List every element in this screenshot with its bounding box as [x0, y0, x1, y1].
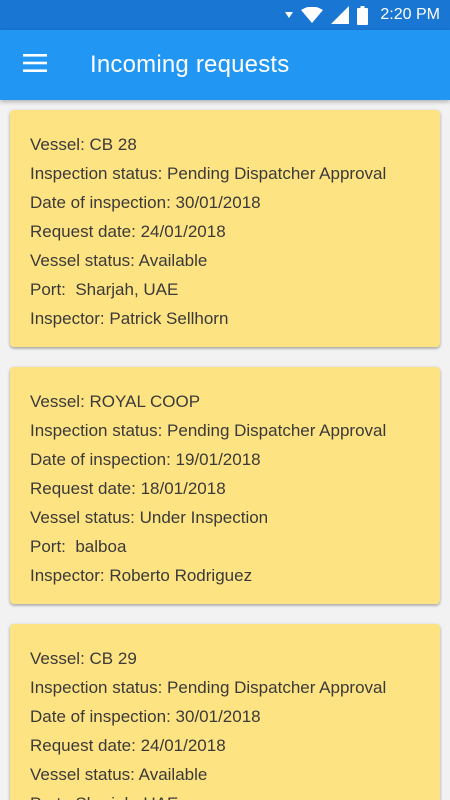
inspection-status: Inspection status: Pending Dispatcher Ap… [30, 678, 387, 697]
request-card[interactable]: Vessel: ROYAL COOP Inspection status: Pe… [10, 367, 440, 604]
status-time: 2:20 PM [380, 6, 440, 23]
port: Port: Sharjah, UAE [30, 789, 420, 800]
vessel-name: Vessel: ROYAL COOP [30, 392, 201, 411]
request-list[interactable]: Vessel: CB 28 Inspection status: Pending… [0, 100, 450, 800]
vessel-name: Vessel: CB 29 [30, 649, 137, 668]
inspector: Inspector: Patrick Sellhorn [30, 309, 229, 328]
date-of-inspection: Date of inspection: 30/01/2018 [30, 193, 261, 212]
signal-arrow-icon [285, 11, 294, 19]
menu-button[interactable] [0, 30, 70, 100]
hamburger-menu-icon [23, 53, 47, 77]
status-bar: 2:20 PM [0, 0, 450, 30]
vessel-status: Vessel status: Available [30, 765, 208, 784]
inspection-status: Inspection status: Pending Dispatcher Ap… [30, 164, 387, 183]
request-card[interactable]: Vessel: CB 28 Inspection status: Pending… [10, 110, 440, 347]
date-of-inspection: Date of inspection: 19/01/2018 [30, 450, 261, 469]
cellular-icon [331, 6, 350, 24]
battery-icon [357, 5, 369, 25]
inspector: Inspector: Roberto Rodriguez [30, 566, 253, 585]
app-bar: Incoming requests [0, 30, 450, 100]
port: Port: Sharjah, UAE [30, 280, 179, 299]
vessel-status: Vessel status: Available [30, 251, 208, 270]
page-title: Incoming requests [90, 51, 290, 78]
vessel-name: Vessel: CB 28 [30, 135, 137, 154]
request-date: Request date: 18/01/2018 [30, 479, 226, 498]
vessel-status: Vessel status: Under Inspection [30, 508, 269, 527]
port: Port: balboa [30, 537, 127, 556]
request-date: Request date: 24/01/2018 [30, 736, 226, 755]
inspection-status: Inspection status: Pending Dispatcher Ap… [30, 421, 387, 440]
request-date: Request date: 24/01/2018 [30, 222, 226, 241]
date-of-inspection: Date of inspection: 30/01/2018 [30, 707, 261, 726]
request-card[interactable]: Vessel: CB 29 Inspection status: Pending… [10, 624, 440, 800]
wifi-icon [301, 7, 324, 23]
